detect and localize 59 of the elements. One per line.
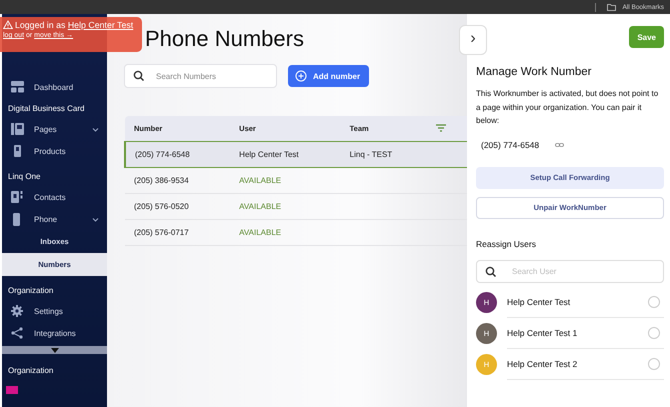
section-label: Organization	[7, 284, 54, 297]
team-cell: Linq - TEST	[340, 142, 428, 168]
nav-item[interactable]: Settings	[2, 300, 107, 322]
panel-title: Manage Work Number	[476, 66, 592, 78]
search-icon	[133, 70, 144, 81]
table-row[interactable]: (205) 576-0717 AVAILABLE	[125, 220, 467, 246]
brand-mark	[6, 386, 18, 394]
number-cell: (205) 576-0717	[125, 220, 230, 246]
table-row[interactable]: (205) 576-0520 AVAILABLE	[125, 194, 467, 220]
number-cell: (205) 386-9534	[125, 168, 230, 194]
scroll-down-icon	[50, 348, 58, 352]
radio-button[interactable]	[648, 296, 660, 308]
plus-circle-icon	[295, 70, 307, 82]
user-cell: Help Center Test	[230, 142, 341, 168]
radio-button[interactable]	[648, 358, 660, 370]
user-name: Help Center Test 1	[507, 328, 578, 338]
search-field[interactable]: Search Numbers	[124, 64, 277, 88]
filter-icon	[436, 124, 446, 132]
collapse-button[interactable]: ›	[459, 25, 487, 55]
work-number: (205) 774-6548	[481, 140, 540, 150]
nav-item[interactable]: Pages	[2, 118, 107, 140]
chevron-down-icon	[92, 216, 99, 222]
user-name: Help Center Test 2	[507, 358, 578, 368]
share-icon	[11, 326, 24, 340]
table-row[interactable]: (205) 386-9534 AVAILABLE	[125, 168, 467, 194]
status-cell: AVAILABLE	[230, 194, 341, 220]
nav-item[interactable]: Phone	[2, 208, 107, 230]
search-icon	[485, 266, 496, 276]
chevron-down-icon	[92, 126, 99, 132]
dashboard-icon	[11, 80, 24, 94]
section-label: Organization	[7, 364, 54, 377]
warning-icon	[3, 20, 13, 30]
radio-button[interactable]	[648, 326, 660, 338]
link-icon	[555, 142, 564, 146]
folder-icon	[607, 2, 618, 12]
nav-item[interactable]: Dashboard	[2, 76, 107, 98]
user-link[interactable]: Help Center Test	[68, 20, 134, 30]
panel-description: This Worknumber is activated, but does not point to a page within your organization. You can pair it below:	[476, 88, 660, 127]
pages-icon	[11, 122, 24, 136]
table-row[interactable]: (205) 774-6548 Help Center Test Linq - TEST	[125, 142, 467, 168]
contacts-icon	[11, 190, 24, 204]
gear-icon	[11, 304, 24, 318]
add-number-button[interactable]: Add number	[288, 65, 370, 87]
login-notice: Logged in as Help Center Test	[15, 20, 134, 30]
nav-item[interactable]: Contacts	[2, 186, 107, 208]
page-title: Phone Numbers	[145, 26, 305, 52]
status-cell: AVAILABLE	[230, 220, 341, 246]
section-label: Digital Business Card	[7, 102, 86, 115]
card-icon	[11, 144, 24, 158]
user-search-field[interactable]: Search User	[476, 260, 664, 282]
user-name: Help Center Test	[507, 296, 572, 306]
section-title: Reassign Users	[476, 238, 537, 248]
status-cell: AVAILABLE	[230, 168, 341, 194]
section-label: Linq One	[7, 170, 42, 183]
nav-item[interactable]: Integrations	[2, 322, 107, 344]
number-cell: (205) 774-6548	[125, 142, 230, 168]
number-cell: (205) 576-0520	[125, 194, 230, 220]
scroll-bar[interactable]	[2, 346, 107, 354]
nav-item[interactable]: Products	[2, 140, 107, 162]
